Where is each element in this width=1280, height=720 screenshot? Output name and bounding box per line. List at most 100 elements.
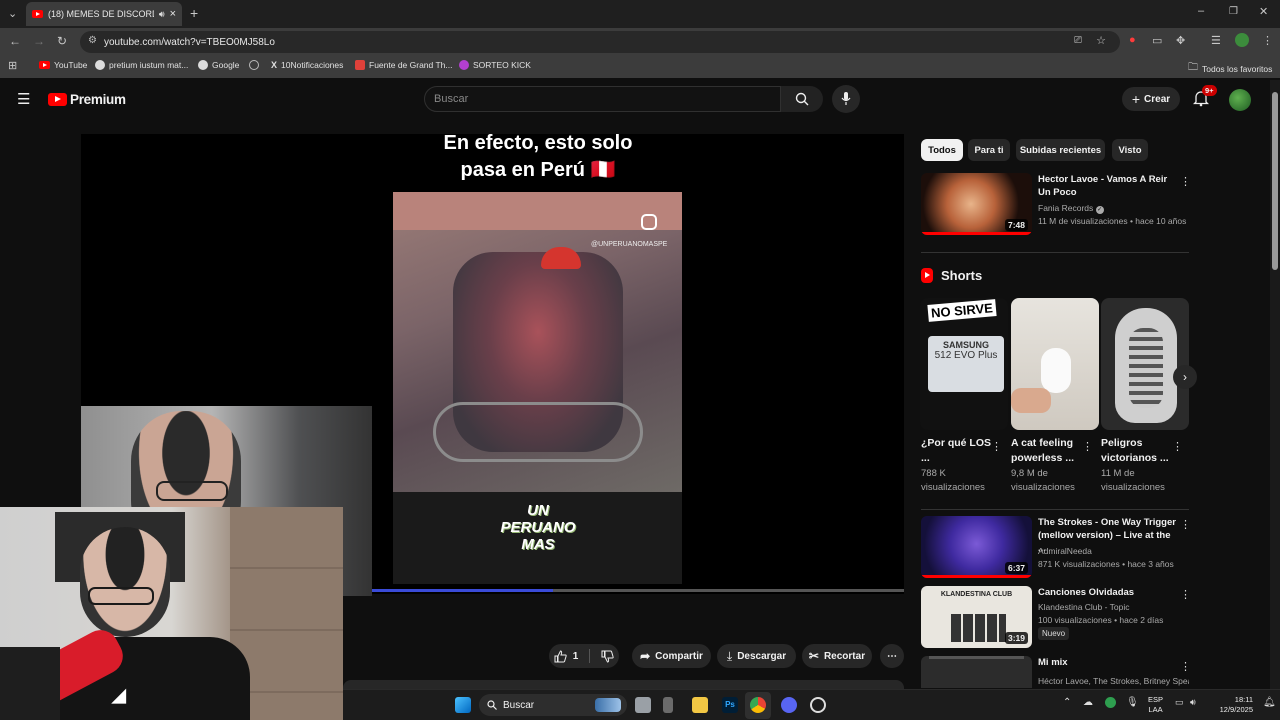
address-bar[interactable]: ⚙ youtube.com/watch?v=TBEO0MJ58Lo ⎚ ☆ — [80, 31, 1120, 53]
search-button[interactable] — [781, 86, 823, 112]
channel-name[interactable]: AdmiralNeeda — [1038, 546, 1092, 556]
start-button-icon[interactable] — [455, 697, 471, 713]
mix-title[interactable]: Mi mix — [1038, 656, 1178, 669]
task-view-icon[interactable] — [635, 697, 651, 713]
video-thumbnail[interactable]: KLANDESTINA CLUB 3:19 — [921, 586, 1032, 648]
cast-icon[interactable]: ⎚ — [1074, 35, 1082, 46]
recommendation-item[interactable]: 6:37 The Strokes - One Way Trigger (mell… — [921, 516, 1189, 578]
mix-thumbnail[interactable] — [921, 656, 1032, 688]
short-thumbnail[interactable] — [1101, 298, 1189, 430]
language-indicator[interactable]: ESP LAA — [1148, 695, 1163, 715]
video-thumbnail[interactable]: 7:48 — [921, 173, 1032, 235]
bookmark-notificaciones[interactable]: X 10Notificaciones — [271, 60, 343, 70]
volume-icon[interactable]: 🔊︎ — [1190, 697, 1196, 708]
more-options-icon[interactable]: ⋮ — [991, 440, 1002, 453]
plus-icon: + — [1131, 91, 1141, 107]
hamburger-menu-icon[interactable]: ☰ — [17, 90, 30, 108]
channel-name[interactable]: Klandestina Club - Topic — [1038, 602, 1130, 612]
mix-item[interactable]: Mi mix Héctor Lavoe, The Strokes, Britne… — [921, 656, 1189, 688]
bookmark-pretium[interactable]: pretium iustum mat... — [95, 60, 188, 70]
chip-para-ti[interactable]: Para ti — [968, 139, 1010, 161]
bookmark-star-icon[interactable]: ☆ — [1096, 34, 1106, 47]
video-title[interactable]: Canciones Olvidadas — [1038, 586, 1178, 599]
more-options-icon[interactable]: ⋮ — [1180, 518, 1191, 531]
tab-audio-icon[interactable]: 🔊︎ — [159, 9, 165, 20]
like-button[interactable]: 1 — [554, 649, 578, 663]
site-info-icon[interactable]: ⚙ — [88, 35, 97, 46]
discord-icon[interactable] — [781, 697, 797, 713]
page-scrollbar[interactable] — [1270, 80, 1280, 689]
notifications-button[interactable]: 9+ — [1192, 85, 1217, 112]
account-avatar[interactable] — [1229, 89, 1251, 111]
short-thumbnail[interactable]: NO SIRVE SAMSUNG 512 EVO Plus — [920, 298, 1008, 430]
shorts-next-button[interactable]: › — [1173, 365, 1197, 389]
file-explorer-icon[interactable] — [692, 697, 708, 713]
window-close-icon[interactable]: ✕ — [1259, 5, 1268, 18]
more-options-icon[interactable]: ⋮ — [1180, 660, 1191, 673]
bookmark-fuente[interactable]: Fuente de Grand Th... — [355, 60, 452, 70]
chip-subidas-recientes[interactable]: Subidas recientes — [1016, 139, 1105, 161]
tab-list-icon[interactable]: ⌄ — [8, 7, 17, 20]
all-bookmarks-folder[interactable]: 🗀︎ Todos los favoritos — [1188, 60, 1272, 77]
bookmark-sorteo[interactable]: SORTEO KICK — [459, 60, 531, 70]
browser-tab[interactable]: (18) MEMES DE DISCORD C 🔊︎ × — [26, 2, 182, 26]
chevron-up-icon[interactable]: ⌃ — [1063, 697, 1071, 708]
bookmark-globe[interactable] — [249, 60, 259, 70]
extension-card-icon[interactable]: ▭ — [1152, 34, 1162, 47]
back-icon[interactable]: ← — [9, 34, 21, 48]
video-progress-bar[interactable] — [372, 589, 904, 592]
more-options-icon[interactable]: ⋮ — [1172, 440, 1183, 453]
notification-center-icon[interactable]: 🔔︎ — [1263, 697, 1276, 708]
reload-icon[interactable]: ↻ — [57, 34, 67, 48]
new-tab-icon[interactable]: + — [190, 5, 198, 21]
chrome-icon[interactable] — [750, 697, 766, 713]
red-hat-shape — [541, 247, 581, 269]
more-options-icon[interactable]: ⋮ — [1082, 440, 1093, 453]
more-options-icon[interactable]: ⋮ — [1180, 588, 1191, 601]
onedrive-icon[interactable]: ☁ — [1083, 697, 1093, 708]
channel-name[interactable]: Fania Records ✓ — [1038, 203, 1104, 214]
bookmark-google[interactable]: Google — [198, 60, 239, 70]
taskbar-search[interactable]: Buscar — [479, 694, 627, 716]
reading-list-icon[interactable]: ☰ — [1211, 34, 1221, 47]
bookmark-youtube[interactable]: YouTube — [39, 60, 87, 70]
clock[interactable]: 18:11 12/9/2025 — [1215, 695, 1253, 715]
short-thumbnail[interactable] — [1011, 298, 1099, 430]
more-actions-button[interactable]: ⋯ — [880, 644, 904, 668]
download-button[interactable]: ⤓ Descargar — [717, 644, 796, 668]
video-thumbnail[interactable]: 6:37 — [921, 516, 1032, 578]
extensions-puzzle-icon[interactable]: ✥ — [1176, 34, 1185, 47]
photoshop-icon[interactable]: Ps — [722, 697, 738, 713]
short-title[interactable]: A cat feeling powerless ... — [1011, 436, 1085, 466]
voice-search-button[interactable] — [832, 85, 860, 113]
profile-avatar-icon[interactable] — [1235, 33, 1249, 47]
network-icon[interactable]: ▭ — [1175, 697, 1184, 708]
browser-menu-icon[interactable]: ⋮ — [1262, 34, 1273, 47]
share-button[interactable]: ➦ Compartir — [632, 644, 711, 668]
thumbs-down-icon[interactable] — [601, 650, 614, 663]
minimize-icon[interactable]: – — [1198, 5, 1204, 17]
tray-app-icon[interactable] — [1105, 697, 1116, 708]
recommendation-item[interactable]: 7:48 Hector Lavoe - Vamos A Reir Un Poco… — [921, 173, 1189, 235]
taskbar-app-icon[interactable] — [663, 697, 673, 713]
chip-visto[interactable]: Visto — [1112, 139, 1148, 161]
scrollbar-thumb[interactable] — [1272, 92, 1278, 270]
short-title[interactable]: Peligros victorianos ... — [1101, 436, 1175, 466]
search-input[interactable]: Buscar — [424, 86, 781, 112]
forward-icon[interactable]: → — [33, 34, 45, 48]
extension-red-icon[interactable]: ● — [1129, 34, 1136, 46]
apps-grid-icon[interactable]: ⊞ — [8, 59, 17, 72]
taskbar-app-icon[interactable] — [810, 697, 826, 713]
chip-todos[interactable]: Todos — [921, 139, 963, 161]
search-icon — [795, 92, 809, 106]
youtube-premium-logo[interactable]: Premium — [48, 92, 126, 107]
restore-icon[interactable]: ❐ — [1229, 6, 1238, 17]
tab-close-icon[interactable]: × — [170, 8, 176, 20]
short-title[interactable]: ¿Por qué LOS ... — [921, 436, 995, 466]
recommendation-item[interactable]: KLANDESTINA CLUB 3:19 Canciones Olvidada… — [921, 586, 1189, 648]
clip-button[interactable]: ✂ Recortar — [802, 644, 872, 668]
create-button[interactable]: + Crear — [1122, 87, 1180, 111]
video-title[interactable]: Hector Lavoe - Vamos A Reir Un Poco — [1038, 173, 1178, 199]
more-options-icon[interactable]: ⋮ — [1180, 175, 1191, 188]
microphone-tray-icon[interactable]: 🎙︎ — [1126, 697, 1139, 708]
